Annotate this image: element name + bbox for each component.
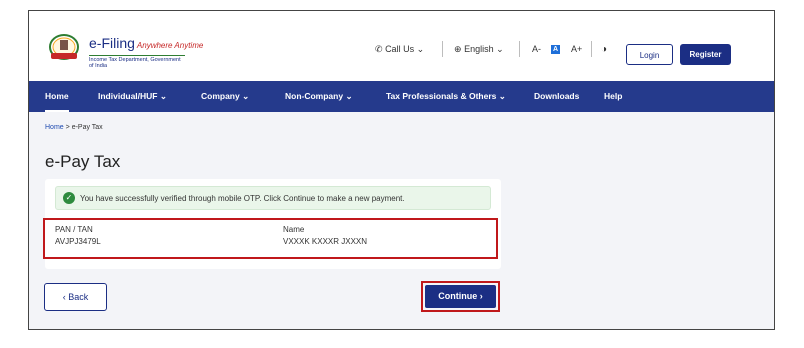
nav-label: Downloads — [534, 91, 580, 101]
logo-tagline: Anywhere Anytime — [136, 41, 204, 50]
logo-title: e-Filing — [89, 35, 135, 51]
logo-text[interactable]: e-Filing Anywhere Anytime Income Tax Depa… — [89, 36, 203, 69]
divider — [519, 41, 520, 57]
nav-item-home[interactable]: Home — [45, 81, 69, 112]
divider — [591, 41, 592, 57]
font-increase-button[interactable]: A+ — [571, 44, 582, 54]
chevron-down-icon: ⌄ — [498, 91, 506, 101]
chevron-down-icon: ⌄ — [242, 91, 250, 101]
emblem-logo-icon — [49, 34, 79, 60]
logo-subtitle: Income Tax Department, Government of Ind… — [89, 55, 185, 69]
breadcrumb-current: e-Pay Tax — [71, 124, 103, 131]
chevron-down-icon: ⌄ — [159, 91, 167, 101]
success-alert: ✓ You have successfully verified through… — [55, 186, 491, 210]
font-normal-button[interactable]: A — [551, 45, 560, 54]
success-message: You have successfully verified through m… — [80, 194, 405, 203]
phone-icon: ✆ — [375, 44, 383, 54]
continue-button[interactable]: Continue › — [425, 285, 496, 308]
nav-label: Non-Company — [285, 91, 344, 101]
nav-label: Home — [45, 91, 69, 101]
nav-item-downloads[interactable]: Downloads — [534, 81, 579, 112]
continue-label: Continue — [438, 291, 478, 301]
call-us-dropdown[interactable]: ✆ Call Us ⌄ — [375, 44, 424, 55]
name-label: Name — [283, 225, 305, 234]
chevron-down-icon: ⌄ — [416, 44, 425, 54]
call-us-label: Call Us — [385, 44, 415, 54]
nav-item-help[interactable]: Help — [604, 81, 622, 112]
nav-label: Company — [201, 91, 240, 101]
language-label: English — [464, 44, 494, 54]
divider — [442, 41, 443, 57]
nav-label: Help — [604, 91, 623, 101]
font-decrease-button[interactable]: A- — [532, 44, 541, 54]
chevron-down-icon: ⌄ — [345, 91, 353, 101]
back-label: Back — [68, 292, 89, 302]
details-highlight: PAN / TAN AVJPJ3479L Name VXXXK KXXXR JX… — [43, 218, 498, 259]
globe-icon: ⊕ — [454, 44, 462, 54]
language-dropdown[interactable]: ⊕ English ⌄ — [454, 44, 504, 55]
contrast-icon[interactable]: ◑ — [601, 44, 607, 55]
chevron-left-icon: ‹ — [62, 292, 66, 302]
back-button[interactable]: ‹ Back — [44, 283, 107, 311]
pan-value: AVJPJ3479L — [55, 237, 101, 246]
register-button[interactable]: Register — [680, 44, 731, 65]
check-circle-icon: ✓ — [63, 192, 75, 204]
nav-item-individual-huf[interactable]: Individual/HUF ⌄ — [98, 81, 167, 112]
page-frame: e-Filing Anywhere Anytime Income Tax Depa… — [28, 10, 775, 330]
nav-label: Tax Professionals & Others — [386, 91, 497, 101]
chevron-down-icon: ⌄ — [496, 44, 504, 54]
nav-item-tax-professionals[interactable]: Tax Professionals & Others ⌄ — [386, 81, 506, 112]
page-title: e-Pay Tax — [45, 152, 121, 171]
breadcrumb: Home > e-Pay Tax — [45, 124, 103, 131]
nav-item-company[interactable]: Company ⌄ — [201, 81, 249, 112]
nav-item-non-company[interactable]: Non-Company ⌄ — [285, 81, 353, 112]
site-header: e-Filing Anywhere Anytime Income Tax Depa… — [29, 11, 774, 81]
breadcrumb-home-link[interactable]: Home — [45, 124, 64, 131]
main-nav: Home Individual/HUF ⌄ Company ⌄ Non-Comp… — [29, 81, 774, 112]
pan-label: PAN / TAN — [55, 225, 93, 234]
login-button[interactable]: Login — [626, 44, 673, 65]
nav-label: Individual/HUF — [98, 91, 158, 101]
chevron-right-icon: › — [479, 291, 483, 301]
name-value: VXXXK KXXXR JXXXN — [283, 237, 368, 246]
breadcrumb-separator: > — [65, 124, 70, 131]
